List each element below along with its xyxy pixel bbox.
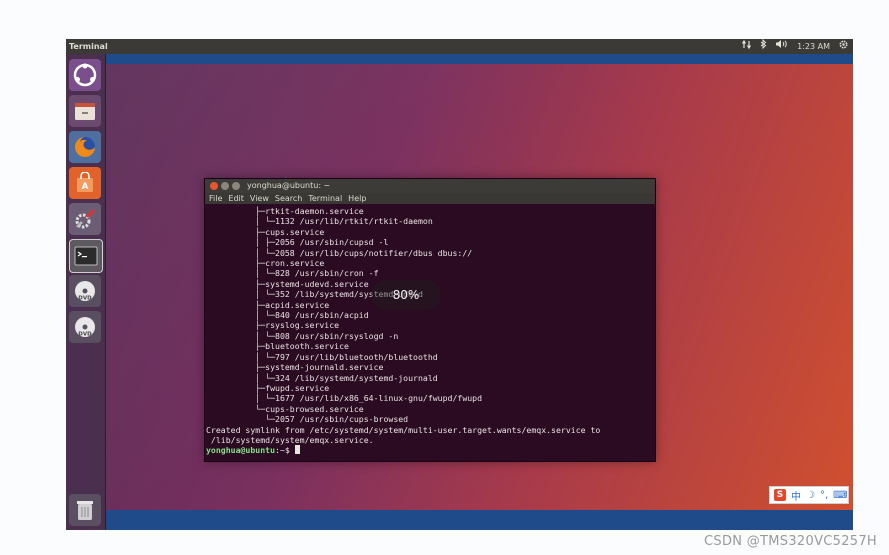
svg-text:DVD: DVD [78, 296, 92, 302]
settings-gear-icon[interactable] [838, 39, 849, 55]
desktop-bottom-stripe [106, 510, 853, 530]
terminal-line: ├─fwupd.service [206, 382, 330, 393]
terminal-line: │ └─324 /lib/systemd/systemd-journald [206, 372, 438, 383]
terminal-line: │ ├─2056 /usr/sbin/cupsd -l [206, 237, 389, 248]
maximize-icon[interactable] [232, 182, 240, 190]
terminal-prompt-line[interactable]: yonghua@ubuntu:~$ [206, 445, 655, 455]
desktop-background: yonghua@ubuntu: ~ File Edit View Search … [106, 54, 853, 530]
bluetooth-icon[interactable] [760, 39, 767, 54]
terminal-line: └─2057 /usr/sbin/cups-browsed [206, 414, 409, 425]
svg-text:A: A [82, 182, 89, 192]
dvd-icon[interactable]: DVD [69, 311, 101, 343]
csdn-watermark: CSDN @TMS320VC5257H [704, 534, 877, 549]
unity-launcher: A DVD DVD [66, 54, 106, 530]
terminal-line: ├─rsyslog.service [206, 320, 340, 331]
text-cursor [294, 445, 300, 455]
menu-view[interactable]: View [250, 193, 269, 204]
system-settings-icon[interactable] [69, 203, 101, 235]
terminal-line: └─cups-browsed.service [206, 403, 364, 414]
clock[interactable]: 1:23 AM [797, 39, 830, 54]
terminal-window[interactable]: yonghua@ubuntu: ~ File Edit View Search … [204, 178, 656, 462]
files-icon[interactable] [69, 95, 101, 127]
terminal-line: │ └─840 /usr/sbin/acpid [206, 310, 369, 321]
terminal-output[interactable]: ├─rtkit-daemon.service │ └─1132 /usr/lib… [205, 204, 655, 461]
minimize-icon[interactable] [221, 182, 229, 190]
ubuntu-dash-icon[interactable] [69, 59, 101, 91]
terminal-line: │ └─1677 /usr/lib/x86_64-linux-gnu/fwupd… [206, 393, 483, 404]
terminal-line: │ └─2058 /usr/lib/cups/notifier/dbus dbu… [206, 247, 473, 258]
active-app-title: Terminal [69, 42, 108, 51]
ubuntu-desktop-screen: Terminal 1:23 AM A DVD DVD yonghua@ubunt… [66, 39, 853, 530]
software-store-icon[interactable]: A [69, 167, 101, 199]
terminal-line: ├─rtkit-daemon.service [206, 206, 364, 216]
terminal-line: ├─cups.service [206, 226, 325, 237]
terminal-line: │ └─1132 /usr/lib/rtkit/rtkit-daemon [206, 216, 433, 227]
menu-search[interactable]: Search [275, 193, 302, 204]
volume-icon[interactable] [775, 39, 789, 54]
terminal-line: │ └─808 /usr/sbin/rsyslogd -n [206, 330, 399, 341]
prompt-user: yonghua@ubuntu [206, 445, 276, 456]
terminal-titlebar[interactable]: yonghua@ubuntu: ~ [205, 179, 655, 193]
menu-edit[interactable]: Edit [228, 193, 244, 204]
terminal-line: │ └─797 /usr/lib/bluetooth/bluetoothd [206, 351, 438, 362]
prompt-suffix: :~$ [275, 445, 295, 456]
terminal-lines: ├─rtkit-daemon.service │ └─1132 /usr/lib… [206, 206, 655, 445]
desktop-top-stripe [106, 54, 853, 64]
terminal-title: yonghua@ubuntu: ~ [247, 181, 331, 190]
punctuation-icon[interactable]: °, [820, 490, 828, 501]
top-panel: Terminal 1:23 AM [66, 39, 853, 54]
menu-terminal[interactable]: Terminal [308, 193, 342, 204]
dvd-icon[interactable]: DVD [69, 275, 101, 307]
volume-osd: 80% [371, 280, 441, 310]
moon-icon[interactable]: ☽ [806, 490, 815, 501]
network-icon[interactable] [742, 39, 752, 54]
system-tray: 1:23 AM [742, 39, 849, 54]
firefox-icon[interactable] [69, 131, 101, 163]
trash-icon[interactable] [69, 494, 101, 526]
sogou-logo-icon[interactable]: S [774, 489, 786, 501]
terminal-line: Created symlink from /etc/systemd/system… [206, 424, 601, 435]
terminal-line: ├─cron.service [206, 258, 325, 269]
ime-mode[interactable]: 中 [791, 488, 801, 503]
screenshot-frame: Terminal 1:23 AM A DVD DVD yonghua@ubunt… [0, 0, 889, 555]
terminal-line: ├─bluetooth.service [206, 341, 349, 352]
terminal-line: ├─systemd-journald.service [206, 362, 384, 373]
ime-toolbar[interactable]: S 中 ☽ °, ⌨ [769, 486, 849, 504]
terminal-line: /lib/systemd/system/emqx.service. [206, 434, 374, 445]
menu-file[interactable]: File [209, 193, 222, 204]
menu-help[interactable]: Help [348, 193, 366, 204]
terminal-icon[interactable] [69, 239, 103, 273]
keyboard-icon[interactable]: ⌨ [833, 490, 847, 501]
window-controls [210, 182, 240, 190]
close-icon[interactable] [210, 182, 218, 190]
terminal-menubar: File Edit View Search Terminal Help [205, 193, 655, 204]
terminal-line: │ └─828 /usr/sbin/cron -f [206, 268, 379, 279]
svg-text:DVD: DVD [78, 332, 92, 338]
